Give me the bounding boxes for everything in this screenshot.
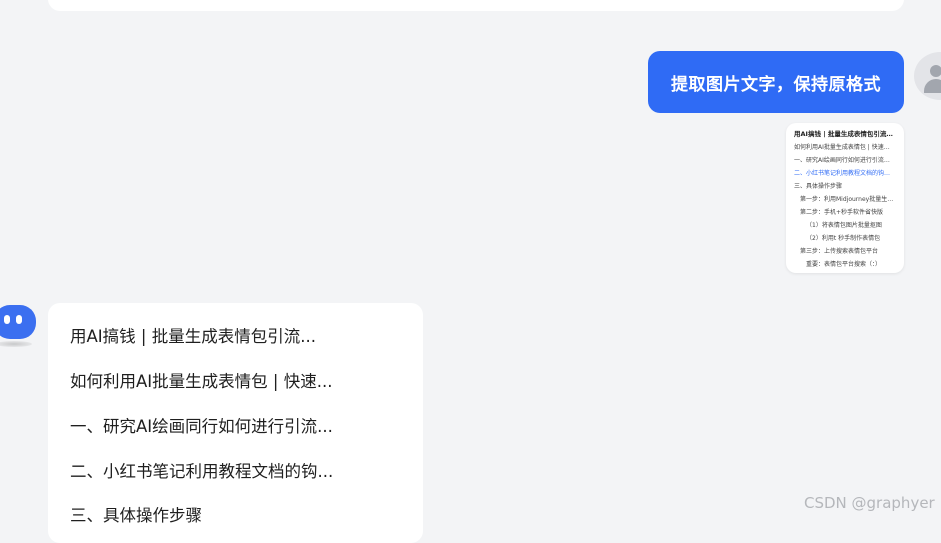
user-message-text: 提取图片文字，保持原格式 <box>671 74 881 95</box>
thumb-line: 第二步：手机+秒手软件省快版 <box>800 209 884 216</box>
avatar-shoulders <box>924 79 941 93</box>
user-avatar-icon[interactable] <box>914 52 941 100</box>
bot-left-eye <box>4 315 10 324</box>
bot-message-line: 如何利用AI批量生成表情包 | 快速... <box>70 372 333 391</box>
bot-avatar-icon <box>0 305 36 339</box>
bot-right-eye <box>16 315 22 324</box>
attached-image-thumbnail[interactable]: 用AI搞钱 | 批量生成表情包引流… 如何利用AI批量生成表情包 | 快速… 一… <box>786 123 904 273</box>
bot-message-line: 用AI搞钱 | 批量生成表情包引流... <box>70 327 316 346</box>
bot-message-bubble: 用AI搞钱 | 批量生成表情包引流... 如何利用AI批量生成表情包 | 快速.… <box>48 303 423 543</box>
previous-message-card <box>48 0 904 11</box>
bot-message-line: 一、研究AI绘画同行如何进行引流... <box>70 417 333 436</box>
thumb-line: （1）将表情包图片批量抠图 <box>806 222 882 229</box>
thumb-line: 如何利用AI批量生成表情包 | 快速… <box>794 144 890 151</box>
thumb-line-link: 二、小红书笔记利用教程文档的钩… <box>794 170 891 177</box>
thumb-line: 三、具体操作步骤 <box>794 183 843 190</box>
avatar-head <box>930 65 941 77</box>
watermark: CSDN @graphyer <box>804 494 935 512</box>
thumb-line: 第一步：利用Midjourney批量生… <box>800 196 894 203</box>
user-message-bubble: 提取图片文字，保持原格式 <box>648 51 904 113</box>
thumb-line: （2）利用t 秒手制作表情包 <box>806 235 881 242</box>
bot-avatar-shadow <box>0 341 32 347</box>
bot-message-line: 三、具体操作步骤 <box>70 506 202 525</box>
thumb-line: 第三步：上传搜索表情包平台 <box>800 248 879 255</box>
bot-message-line: 二、小红书笔记利用教程文档的钩... <box>70 462 334 481</box>
thumb-line: 重要：表情包平台搜索（：） <box>806 261 882 268</box>
thumb-line-title: 用AI搞钱 | 批量生成表情包引流… <box>794 130 893 138</box>
thumb-line: 一、研究AI绘画同行如何进行引流… <box>794 157 890 164</box>
